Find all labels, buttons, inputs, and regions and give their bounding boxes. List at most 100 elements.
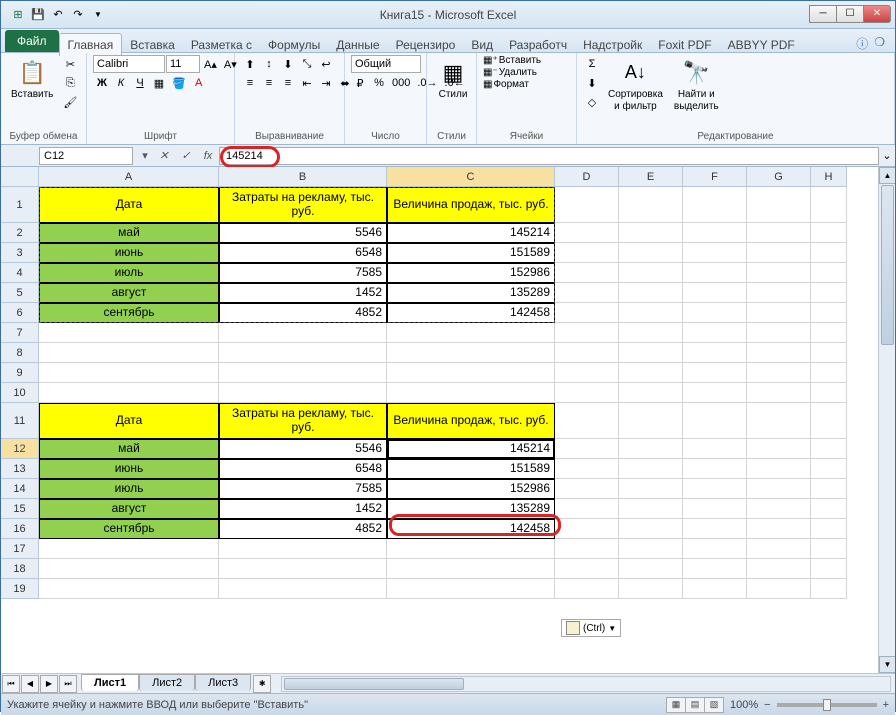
cell[interactable] [387,383,555,403]
cell[interactable] [619,323,683,343]
cell[interactable]: 151589 [387,243,555,263]
page-break-icon[interactable]: ▧ [704,697,724,713]
cell[interactable] [747,187,811,223]
close-button[interactable]: ✕ [863,5,891,23]
cell[interactable] [619,187,683,223]
row-header-6[interactable]: 6 [1,303,39,323]
cell[interactable] [811,243,847,263]
cell[interactable] [555,363,619,383]
row-header-4[interactable]: 4 [1,263,39,283]
font-name-combo[interactable]: Calibri [93,55,165,73]
cell[interactable] [555,243,619,263]
cell[interactable]: 6548 [219,459,387,479]
cell[interactable]: 4852 [219,303,387,323]
cell[interactable]: Затраты на рекламу, тыс. руб. [219,187,387,223]
row-header-12[interactable]: 12 [1,439,39,459]
scroll-thumb[interactable] [284,678,464,690]
cell[interactable] [619,243,683,263]
fx-icon[interactable]: fx [197,150,219,162]
cell[interactable] [219,579,387,599]
cell[interactable] [555,519,619,539]
paste-options-tag[interactable]: (Ctrl) ▼ [561,619,621,637]
enter-icon[interactable]: ✓ [175,149,197,162]
cell[interactable] [747,383,811,403]
cell[interactable]: 152986 [387,479,555,499]
cell[interactable] [619,403,683,439]
indent-increase-icon[interactable]: ⇥ [317,74,335,92]
cell[interactable]: 152986 [387,263,555,283]
col-header-B[interactable]: B [219,167,387,187]
row-header-11[interactable]: 11 [1,403,39,439]
cell[interactable] [387,559,555,579]
maximize-button[interactable]: ☐ [836,5,864,23]
cell[interactable]: сентябрь [39,303,219,323]
name-box-dropdown-icon[interactable]: ▾ [137,149,153,162]
cell[interactable]: 151589 [387,459,555,479]
cell[interactable] [811,187,847,223]
cell[interactable] [683,243,747,263]
cell[interactable] [619,223,683,243]
cell[interactable] [811,403,847,439]
cell[interactable] [555,459,619,479]
cell[interactable]: Дата [39,187,219,223]
cell[interactable] [747,439,811,459]
cell[interactable] [747,519,811,539]
cell[interactable]: 135289 [387,283,555,303]
col-header-E[interactable]: E [619,167,683,187]
cell[interactable]: июнь [39,459,219,479]
cell[interactable] [555,303,619,323]
cell[interactable] [555,579,619,599]
cell[interactable] [219,363,387,383]
sheet-tab-1[interactable]: Лист2 [139,674,195,691]
orientation-icon[interactable]: ⤡ [298,55,316,73]
cell[interactable]: Дата [39,403,219,439]
cell[interactable] [555,499,619,519]
cell[interactable] [811,323,847,343]
cell[interactable] [555,283,619,303]
align-center-icon[interactable]: ≡ [260,74,278,92]
row-header-17[interactable]: 17 [1,539,39,559]
page-layout-icon[interactable]: ▤ [685,697,705,713]
cell[interactable] [619,303,683,323]
cell[interactable]: 5546 [219,223,387,243]
wrap-text-icon[interactable]: ↩ [317,55,335,73]
cell[interactable]: 4852 [219,519,387,539]
undo-icon[interactable]: ↶ [49,6,67,24]
first-sheet-icon[interactable]: ⏮ [2,675,20,693]
grow-font-icon[interactable]: A▴ [201,55,220,73]
cell[interactable] [39,539,219,559]
cell[interactable] [683,363,747,383]
cell[interactable] [39,383,219,403]
cell[interactable] [811,303,847,323]
cell[interactable] [683,323,747,343]
cell[interactable] [555,323,619,343]
cell[interactable] [387,363,555,383]
cell[interactable]: 145214 [387,439,555,459]
new-sheet-icon[interactable]: ✱ [253,675,271,693]
cell[interactable]: 5546 [219,439,387,459]
cell[interactable]: 145214 [387,223,555,243]
indent-decrease-icon[interactable]: ⇤ [298,74,316,92]
cell[interactable]: 1452 [219,283,387,303]
save-icon[interactable]: 💾 [29,6,47,24]
bold-button[interactable]: Ж [93,74,111,92]
cell[interactable] [619,539,683,559]
cell[interactable] [39,579,219,599]
zoom-thumb[interactable] [823,699,831,711]
zoom-slider[interactable] [777,703,877,707]
worksheet-grid[interactable]: ABCDEFGH 12345678910111213141516171819 Д… [1,167,895,673]
expand-formula-icon[interactable]: ⌄ [879,149,895,162]
align-right-icon[interactable]: ≡ [279,74,297,92]
cell[interactable]: 142458 [387,519,555,539]
row-header-18[interactable]: 18 [1,559,39,579]
select-all-corner[interactable] [1,167,39,187]
cell[interactable] [811,499,847,519]
insert-cells-button[interactable]: Вставить [499,55,541,66]
cell[interactable] [619,479,683,499]
sheet-tab-2[interactable]: Лист3 [195,674,251,691]
cell[interactable] [555,439,619,459]
cell[interactable] [619,283,683,303]
cell[interactable]: июль [39,263,219,283]
cell[interactable] [387,539,555,559]
cell[interactable] [39,323,219,343]
